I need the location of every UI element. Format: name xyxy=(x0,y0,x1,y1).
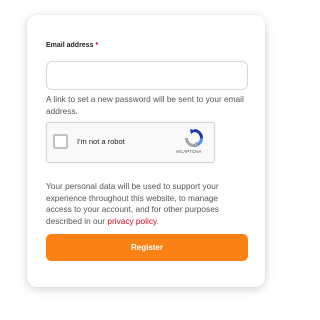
required-marker: * xyxy=(95,42,99,49)
recaptcha-logo-icon xyxy=(185,129,203,147)
recaptcha-widget: I'm not a robot reCAPTCHA xyxy=(46,122,215,163)
privacy-policy-link[interactable]: privacy policy xyxy=(107,216,156,226)
password-help-text: A link to set a new password will be sen… xyxy=(46,94,244,116)
register-button[interactable]: Register xyxy=(46,234,248,261)
recaptcha-label: I'm not a robot xyxy=(77,137,125,146)
recaptcha-checkbox[interactable] xyxy=(53,134,68,149)
privacy-suffix: . xyxy=(156,215,159,226)
recaptcha-brand: reCAPTCHA xyxy=(176,149,202,154)
email-label: Email address * xyxy=(46,42,98,49)
email-label-text: Email address xyxy=(46,42,94,49)
email-field[interactable] xyxy=(46,61,248,90)
privacy-notice: Your personal data will be used to suppo… xyxy=(46,181,246,227)
